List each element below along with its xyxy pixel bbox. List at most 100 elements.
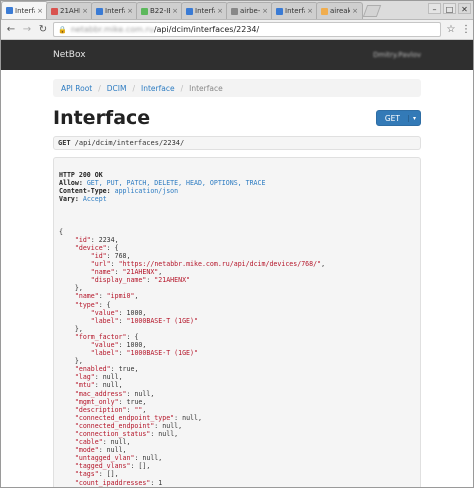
request-info: GET /api/dcim/interfaces/2234/	[53, 136, 421, 150]
window-controls: – □ ✕	[428, 3, 471, 14]
new-tab-button[interactable]	[362, 5, 382, 17]
json-line: "connected_endpoint": null,	[74, 421, 183, 430]
vary-value: Accept	[82, 195, 107, 204]
json-line: "url": "https://netabbr.mike.com.ru/api/…	[90, 260, 326, 269]
browser-menu-icon[interactable]: ⋮	[461, 24, 471, 35]
request-method: GET	[58, 139, 71, 147]
json-line: {	[59, 227, 63, 236]
address-path: /api/dcim/interfaces/2234/	[153, 25, 260, 34]
breadcrumb: API Root / DCIM / Interface / Interface	[53, 79, 421, 97]
json-line: "device": {	[74, 243, 119, 252]
close-tab-icon[interactable]: ×	[172, 7, 178, 15]
json-line: "mode": null,	[74, 446, 127, 455]
browser-tab[interactable]: airbe-dz1.pr×	[226, 2, 273, 19]
page-title: Interface	[53, 107, 151, 129]
close-tab-icon[interactable]: ×	[37, 7, 43, 15]
main-content: API Root / DCIM / Interface / Interface …	[1, 79, 473, 487]
maximize-button[interactable]: □	[443, 3, 456, 14]
browser-tab[interactable]: Interface –×	[91, 2, 138, 19]
browser-tab[interactable]: B22-IBM×	[136, 2, 183, 19]
json-line: "type": {	[74, 300, 111, 309]
browser-toolbar: ← → ↻ 🔒 netabbr.mike.com.ru/api/dcim/int…	[1, 20, 473, 40]
favicon-icon	[321, 7, 328, 15]
close-tab-icon[interactable]: ×	[352, 7, 358, 15]
browser-tab[interactable]: aireaka×	[316, 2, 363, 19]
breadcrumb-interface-list[interactable]: Interface	[141, 84, 175, 93]
browser-window: Interface×21AHENX×Interface –×B22-IBM×In…	[0, 0, 474, 488]
lock-icon: 🔒	[58, 25, 67, 34]
tab-title: airbe-dz1.pr	[240, 7, 261, 15]
favicon-icon	[96, 7, 103, 15]
json-line: "enabled": true,	[74, 365, 139, 374]
json-line: "cable": null,	[74, 438, 131, 447]
tab-title: Interface –	[285, 7, 305, 15]
json-line: "mgmt_only": true,	[74, 397, 147, 406]
tab-title: Interface	[15, 6, 35, 15]
close-tab-icon[interactable]: ×	[127, 7, 133, 15]
json-line: "connection_status": null,	[74, 430, 179, 438]
tab-title: aireaka	[330, 7, 350, 15]
browser-tab[interactable]: Interface –×	[271, 2, 318, 19]
json-line: },	[59, 324, 83, 333]
content-type-label: Content-Type:	[59, 187, 111, 196]
get-button[interactable]: GET ▾	[375, 110, 421, 126]
json-line: "tags": [],	[74, 470, 119, 479]
json-line: },	[59, 357, 83, 366]
json-line: "lag": null,	[74, 373, 123, 382]
favicon-icon	[186, 7, 193, 15]
json-line: "description": "",	[74, 405, 147, 414]
close-tab-icon[interactable]: ×	[217, 7, 223, 15]
breadcrumb-dcim[interactable]: DCIM	[107, 84, 127, 93]
response-status: HTTP 200 OK	[59, 171, 103, 180]
minimize-button[interactable]: –	[428, 3, 441, 14]
close-tab-icon[interactable]: ×	[307, 7, 313, 15]
json-line: "value": 1000,	[90, 340, 147, 349]
forward-arrow-icon[interactable]: →	[21, 24, 33, 35]
response-body: HTTP 200 OK Allow: GET, PUT, PATCH, DELE…	[53, 157, 421, 487]
back-arrow-icon[interactable]: ←	[5, 24, 17, 35]
content-type-value: application/json	[114, 187, 179, 196]
star-icon[interactable]: ☆	[445, 24, 457, 35]
json-line: "connected_endpoint_type": null,	[74, 413, 202, 422]
breadcrumb-current: Interface	[189, 83, 223, 93]
address-bar[interactable]: 🔒 netabbr.mike.com.ru/api/dcim/interface…	[53, 22, 441, 37]
brand-logo[interactable]: NetBox	[53, 50, 86, 60]
get-button-label: GET	[384, 113, 400, 123]
json-line: "tagged_vlans": [],	[74, 462, 151, 471]
json-line: "value": 1000,	[90, 308, 147, 317]
response-headers: HTTP 200 OK Allow: GET, PUT, PATCH, DELE…	[59, 171, 415, 203]
close-tab-icon[interactable]: ×	[82, 7, 88, 15]
browser-tab[interactable]: Interface×	[1, 1, 48, 19]
allow-header-value: GET, PUT, PATCH, DELETE, HEAD, OPTIONS, …	[86, 179, 266, 188]
json-line: "mac_address": null,	[74, 389, 155, 398]
close-tab-icon[interactable]: ×	[262, 7, 268, 15]
title-row: Interface GET ▾	[53, 105, 421, 131]
user-menu[interactable]: Dmitry.Pavlov	[373, 51, 421, 59]
netbox-navbar: NetBox Dmitry.Pavlov	[1, 40, 473, 70]
vary-label: Vary:	[59, 195, 79, 204]
favicon-icon	[231, 7, 238, 15]
breadcrumb-api-root[interactable]: API Root	[61, 84, 92, 93]
reload-icon[interactable]: ↻	[37, 24, 49, 35]
json-line: "id": 2234,	[74, 235, 119, 244]
browser-tab[interactable]: Interface –×	[181, 2, 228, 19]
request-path: /api/dcim/interfaces/2234/	[74, 139, 185, 147]
json-line: "id": 768,	[90, 251, 131, 260]
tab-title: B22-IBM	[150, 7, 170, 15]
favicon-icon	[276, 7, 283, 15]
favicon-icon	[141, 7, 148, 15]
json-line: "name": "ipmi0",	[74, 292, 139, 301]
json-line: "form_factor": {	[74, 332, 139, 341]
json-line: "mtu": null,	[74, 381, 123, 390]
allow-header-label: Allow:	[59, 179, 83, 188]
caret-down-icon[interactable]: ▾	[407, 114, 420, 122]
tab-title: Interface –	[195, 7, 215, 15]
tab-title: Interface –	[105, 7, 125, 15]
json-line: "count_ipaddresses": 1	[74, 478, 163, 487]
json-line: "label": "1000BASE-T (1GE)"	[90, 349, 198, 358]
close-window-button[interactable]: ✕	[458, 3, 471, 14]
favicon-icon	[6, 7, 13, 14]
browser-tab[interactable]: 21AHENX×	[46, 2, 93, 19]
breadcrumb-separator: /	[132, 83, 136, 93]
json-body: { "id": 2234, "device": { "id": 768, "ur…	[59, 227, 415, 487]
